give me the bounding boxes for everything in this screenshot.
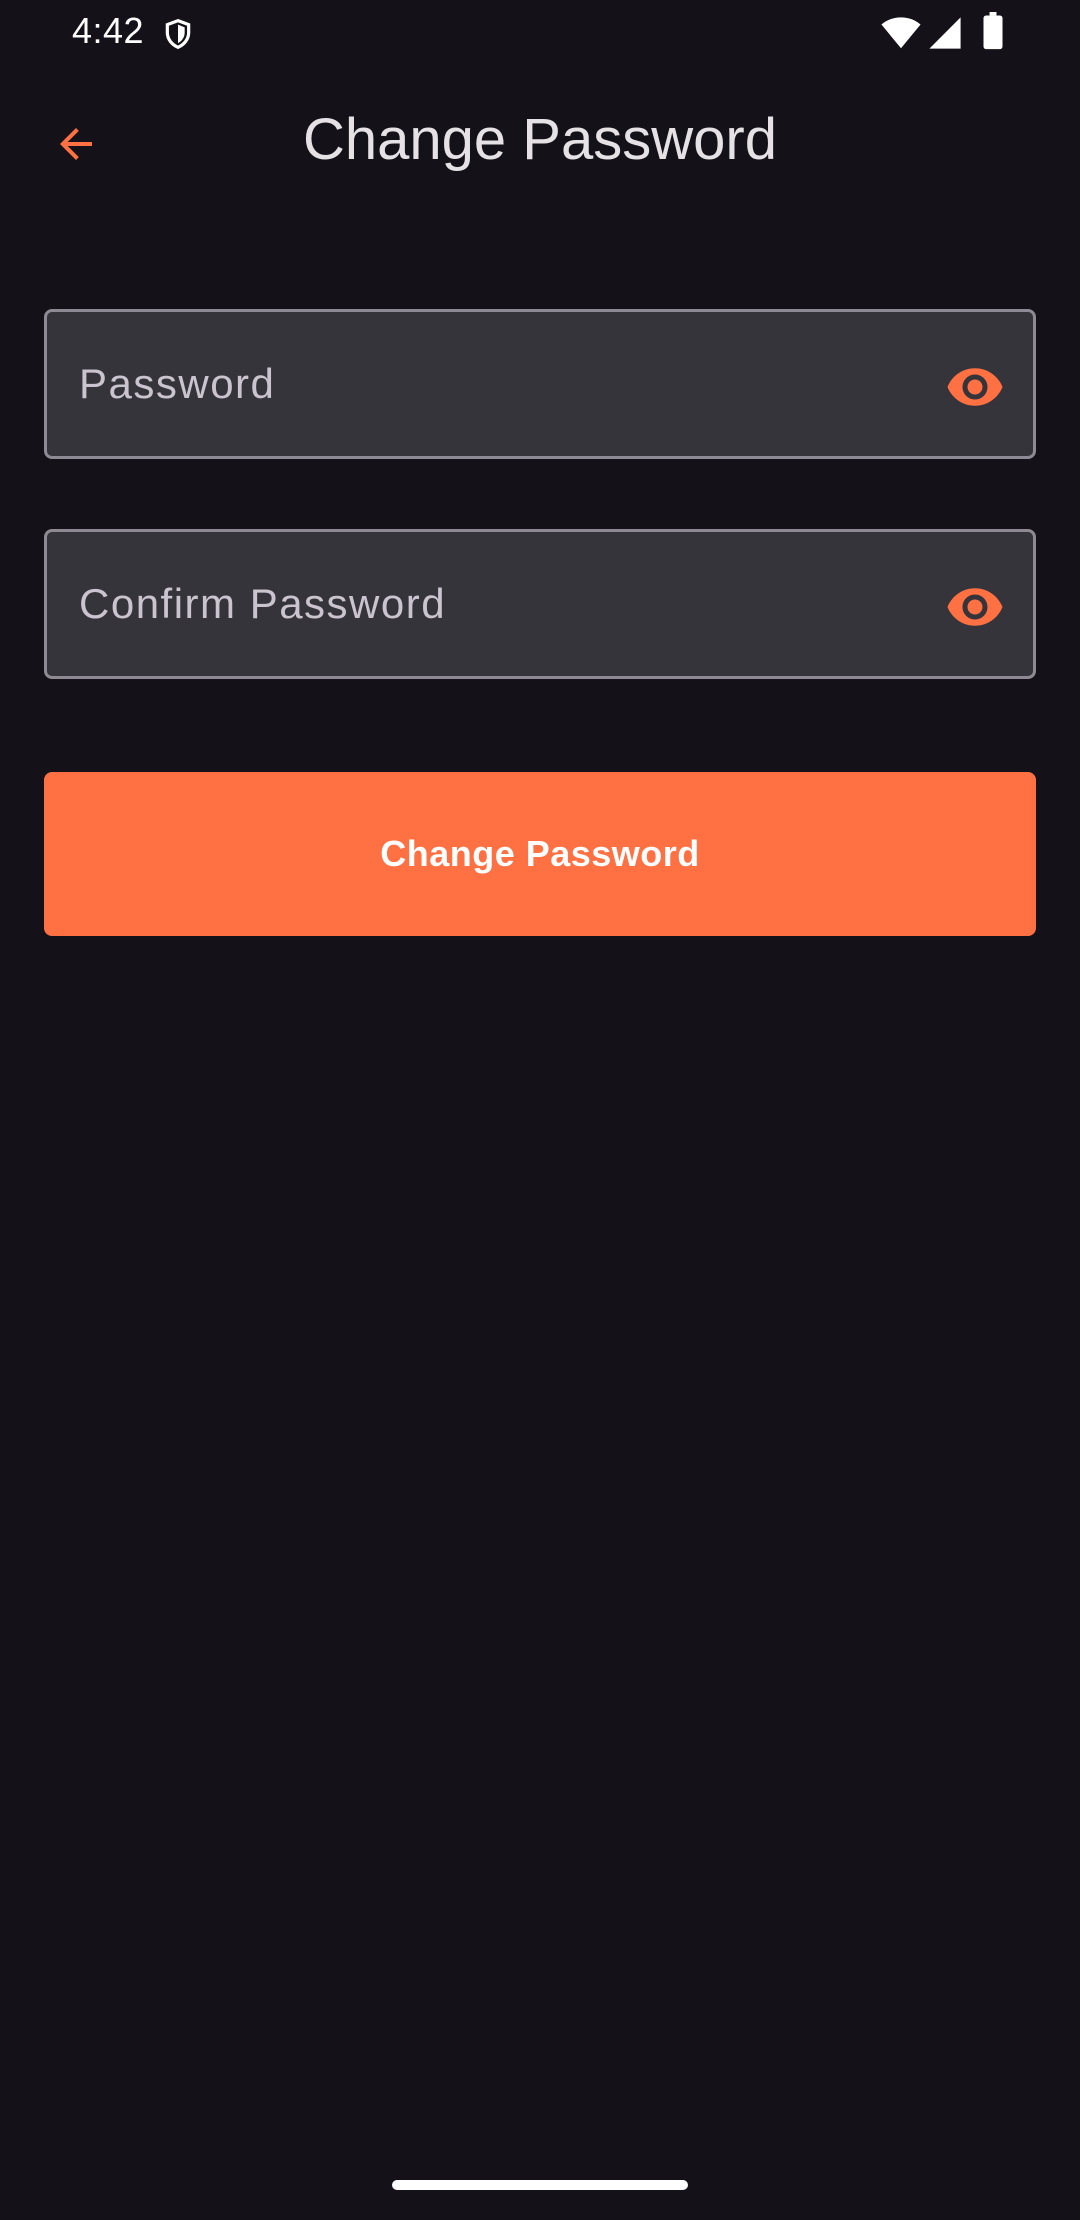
eye-icon xyxy=(947,588,1003,626)
confirm-password-field[interactable] xyxy=(44,529,1036,679)
app-bar: Change Password xyxy=(0,84,1080,204)
shield-icon xyxy=(165,18,191,50)
status-time: 4:42 xyxy=(72,10,145,51)
status-bar: 4:42 xyxy=(0,0,1080,64)
wifi-icon xyxy=(881,17,921,49)
password-visibility-toggle[interactable] xyxy=(945,357,1005,417)
password-field[interactable] xyxy=(44,309,1036,459)
page-title: Change Password xyxy=(303,107,777,172)
cellular-signal-icon xyxy=(929,17,961,49)
battery-icon xyxy=(983,12,1003,50)
change-password-button[interactable]: Change Password xyxy=(44,772,1036,936)
confirm-password-visibility-toggle[interactable] xyxy=(945,577,1005,637)
password-input[interactable] xyxy=(47,312,887,456)
confirm-password-input[interactable] xyxy=(47,532,887,676)
eye-icon xyxy=(947,368,1003,406)
gesture-navigation-bar[interactable] xyxy=(392,2180,688,2190)
change-password-screen: 4:42 Change Password Change Password xyxy=(0,0,1080,2220)
